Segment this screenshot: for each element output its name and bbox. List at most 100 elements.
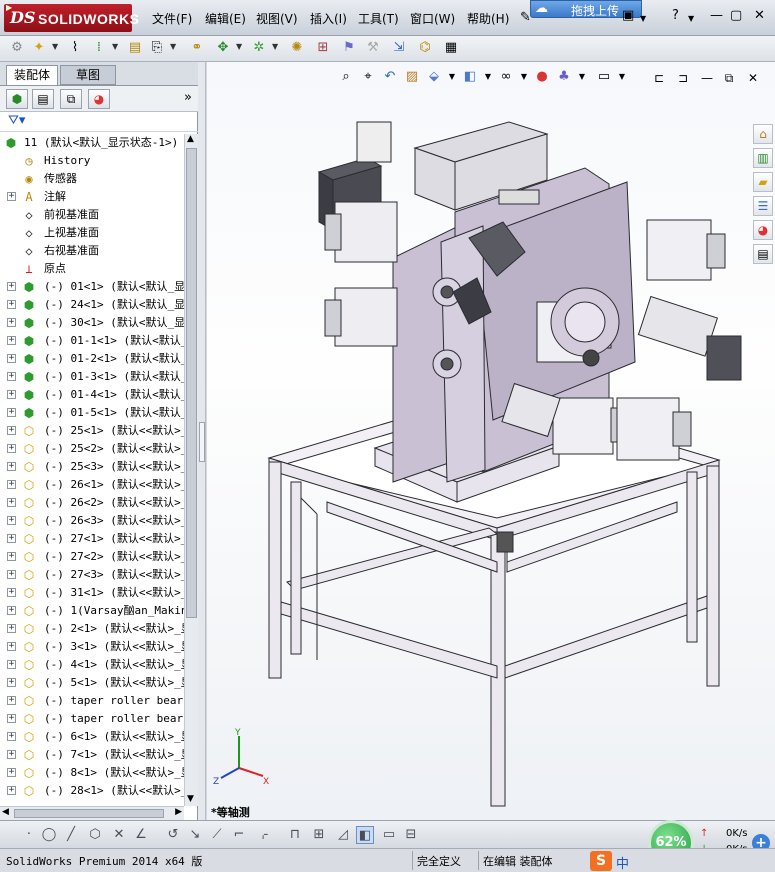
ime-indicator[interactable]: S 中	[590, 851, 648, 872]
fillet-icon[interactable]: ⟋	[208, 826, 226, 844]
explode-line-sketch-button[interactable]: ⌬	[416, 39, 434, 57]
expand-toggle-icon[interactable]: +	[7, 318, 16, 327]
display-manager-tab[interactable]: ◕	[88, 89, 110, 109]
expand-toggle-icon[interactable]: +	[7, 282, 16, 291]
menu-view[interactable]: 视图(V)	[256, 10, 298, 27]
tree-item[interactable]: + ⬡ (-) 2<1> (默认<<默认>_显	[0, 620, 184, 638]
tree-item[interactable]: + ⬡ (-) 25<3> (默认<<默认>_	[0, 458, 184, 476]
paperclip-button[interactable]: ⌇	[66, 39, 84, 57]
tree-item[interactable]: + ⬡ (-) 8<1> (默认<<默认>_显	[0, 764, 184, 782]
grid-icon[interactable]: ⊞	[310, 826, 328, 844]
graphics-area[interactable]: ⌕ ⌖ ↶ ▨ ⬙ ▼ ◧ ▼ ∞ ▼ ● ♣ ▼ ▭ ▼ ⊏ ⊐ — ⧉ ✕ …	[207, 62, 775, 820]
four-view-icon[interactable]: ⊟	[402, 826, 420, 844]
tree-item[interactable]: ◉ 传感器	[0, 170, 184, 188]
measure-icon[interactable]: ⊓	[286, 826, 304, 844]
menu-insert[interactable]: 插入(I)	[310, 10, 347, 27]
tree-item[interactable]: + ⬡ (-) 31<1> (默认<<默认>_	[0, 584, 184, 602]
assembly-features-button[interactable]: ✺	[288, 39, 306, 57]
insert-component-button[interactable]: ⎘	[148, 39, 166, 57]
tree-item[interactable]: + ⬡ (-) 25<2> (默认<<默认>_	[0, 440, 184, 458]
new-motion-study-button[interactable]: ⚑	[340, 39, 358, 57]
instant3d-button[interactable]: ▦	[442, 39, 460, 57]
tab-sketch[interactable]: 草图	[60, 65, 116, 85]
tree-item[interactable]: + ⬡ (-) 7<1> (默认<<默认>_显	[0, 746, 184, 764]
line-icon[interactable]: ╱	[62, 826, 80, 844]
angle-icon[interactable]: ∠	[132, 826, 150, 844]
pane-splitter[interactable]	[198, 62, 206, 820]
expand-toggle-icon[interactable]: +	[7, 786, 16, 795]
tree-item[interactable]: + A 注解	[0, 188, 184, 206]
expand-toggle-icon[interactable]: +	[7, 372, 16, 381]
file-explorer-tab[interactable]: ▰	[753, 172, 773, 192]
exploded-view-button[interactable]: ⇲	[390, 39, 408, 57]
hscroll-thumb[interactable]	[14, 809, 164, 818]
tree-item[interactable]: + ⬡ (-) 1(Varsay酗an_Makine	[0, 602, 184, 620]
tree-item[interactable]: ⊥ 原点	[0, 260, 184, 278]
expand-toggle-icon[interactable]: +	[7, 606, 16, 615]
scroll-left-icon[interactable]: ◀	[2, 807, 9, 817]
save-icon[interactable]: ▣	[622, 8, 634, 23]
expand-toggle-icon[interactable]: +	[7, 678, 16, 687]
tree-item[interactable]: + ⬡ (-) 4<1> (默认<<默认>_显	[0, 656, 184, 674]
pattern-button[interactable]: ⁞	[90, 39, 108, 57]
tree-item[interactable]: + ⬡ (-) 26<1> (默认<<默认>_	[0, 476, 184, 494]
scroll-down-icon[interactable]: ▼	[187, 794, 194, 804]
expand-toggle-icon[interactable]: +	[7, 300, 16, 309]
edit-component-button[interactable]: ▤	[126, 39, 144, 57]
custom-properties-tab[interactable]: ▤	[753, 244, 773, 264]
tree-item[interactable]: + ⬢ (-) 01-2<1> (默认<默认_	[0, 350, 184, 368]
expand-toggle-icon[interactable]: +	[7, 732, 16, 741]
doc-close-icon[interactable]: ✕	[745, 70, 761, 86]
restore-button[interactable]: ▢	[730, 8, 742, 23]
filter-icon[interactable]: ⛛▾	[8, 113, 25, 128]
menu-window[interactable]: 窗口(W)	[410, 10, 455, 27]
feature-manager-tab[interactable]: ⬢	[6, 89, 28, 109]
smart-fastener-button[interactable]: ✲	[250, 39, 268, 57]
tree-item[interactable]: ◇ 上视基准面	[0, 224, 184, 242]
design-library-tab[interactable]: ▥	[753, 148, 773, 168]
open-button[interactable]: ✦	[30, 39, 48, 57]
scroll-up-icon[interactable]: ▲	[187, 134, 194, 144]
expand-toggle-icon[interactable]: +	[7, 390, 16, 399]
expand-toggle-icon[interactable]: +	[7, 642, 16, 651]
trim-icon[interactable]: ✕	[110, 826, 128, 844]
menu-edit[interactable]: 编辑(E)	[205, 10, 246, 27]
reference-geometry-button[interactable]: ⊞	[314, 39, 332, 57]
open-dropdown-icon[interactable]: ▼	[52, 42, 58, 51]
help-dropdown-icon[interactable]: ▼	[688, 14, 694, 23]
menu-help[interactable]: 帮助(H)	[467, 10, 509, 27]
fastener-dropdown-icon[interactable]: ▼	[272, 42, 278, 51]
tree-item[interactable]: + ⬢ (-) 24<1> (默认<默认_显	[0, 296, 184, 314]
tree-horizontal-scrollbar[interactable]: ◀ ▶	[0, 806, 184, 820]
scroll-thumb[interactable]	[186, 148, 197, 618]
tree-vertical-scrollbar[interactable]: ▲ ▼	[184, 134, 198, 806]
tree-item[interactable]: + ⬡ (-) 25<1> (默认<<默认>_	[0, 422, 184, 440]
tree-item[interactable]: + ⬢ (-) 01-4<1> (默认<默认_	[0, 386, 184, 404]
tree-item[interactable]: + ⬢ (-) 01-1<1> (默认<默认_	[0, 332, 184, 350]
menu-tools[interactable]: 工具(T)	[358, 10, 399, 27]
move-component-button[interactable]: ✥	[214, 39, 232, 57]
window-split-icon[interactable]: ▭	[380, 826, 398, 844]
expand-toggle-icon[interactable]: +	[7, 498, 16, 507]
help-button[interactable]: ?	[672, 8, 679, 23]
view-palette-tab[interactable]: ☰	[753, 196, 773, 216]
tree-root[interactable]: ⬢ 11 (默认<默认_显示状态-1>)	[0, 134, 184, 152]
tree-item[interactable]: ◇ 右视基准面	[0, 242, 184, 260]
tree-item[interactable]: + ⬢ (-) 01-5<1> (默认<默认_	[0, 404, 184, 422]
menu-file[interactable]: 文件(F)	[152, 10, 192, 27]
circle-icon[interactable]: ◯	[40, 826, 58, 844]
tree-item[interactable]: + ⬡ (-) 3<1> (默认<<默认>_显	[0, 638, 184, 656]
expand-toggle-icon[interactable]: +	[7, 534, 16, 543]
tree-item[interactable]: + ⬢ (-) 30<1> (默认<默认_显	[0, 314, 184, 332]
expand-toggle-icon[interactable]: +	[7, 750, 16, 759]
chevron-down-icon[interactable]: ▼	[640, 14, 646, 23]
expand-toggle-icon[interactable]: +	[7, 408, 16, 417]
mate-button[interactable]: ⚭	[188, 39, 206, 57]
expand-toggle-icon[interactable]: +	[7, 552, 16, 561]
configuration-manager-tab[interactable]: ⧉	[60, 89, 82, 109]
close-button[interactable]: ✕	[754, 8, 765, 23]
expand-toggle-icon[interactable]: +	[7, 714, 16, 723]
dotted-corner-icon[interactable]: ⌌	[254, 826, 272, 844]
expand-toggle-icon[interactable]: +	[7, 426, 16, 435]
bill-of-materials-button[interactable]: ⚒	[364, 39, 382, 57]
